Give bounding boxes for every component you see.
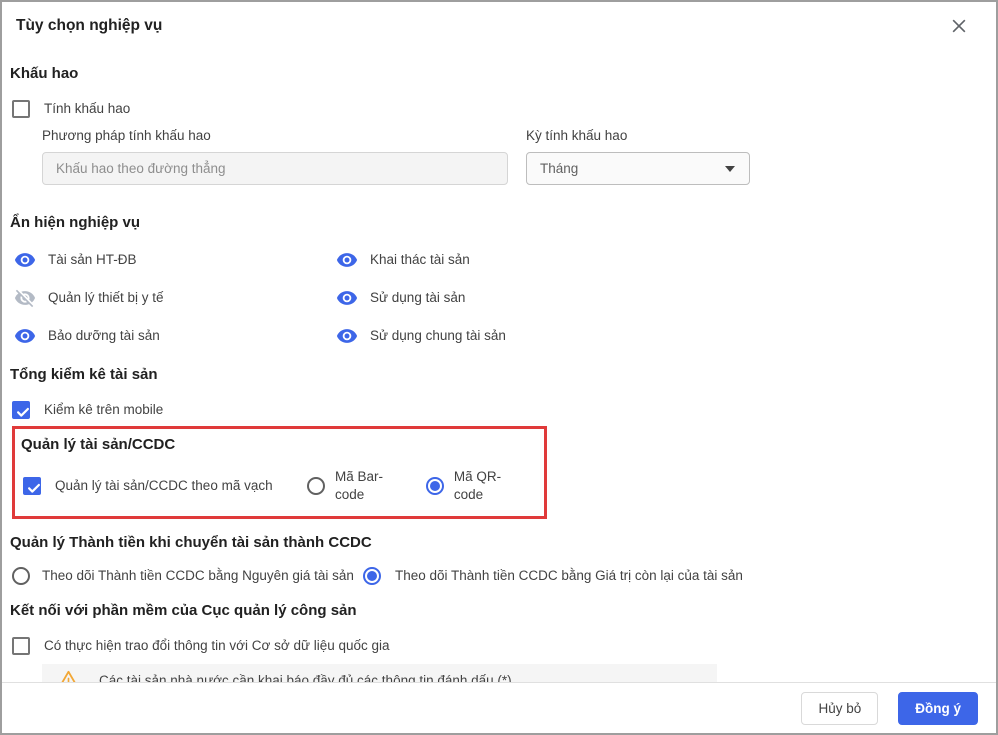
visibility-item-label: Sử dụng chung tài sản: [370, 327, 506, 345]
method-input: Khấu hao theo đường thẳng: [42, 152, 508, 185]
visibility-item-khai-thac: Khai thác tài sản: [336, 249, 980, 271]
barcode-row: Quản lý tài sản/CCDC theo mã vạch Mã Bar…: [21, 468, 544, 504]
visibility-item-su-dung-chung: Sử dụng chung tài sản: [336, 325, 980, 347]
dialog-footer: Hủy bỏ Đồng ý: [2, 682, 996, 733]
highlighted-section-asset-mgmt: Quản lý tài sản/CCDC Quản lý tài sản/CCD…: [12, 426, 547, 519]
barcode-checkbox[interactable]: [23, 477, 41, 495]
qrcode-radio[interactable]: [426, 477, 444, 495]
ccdc-amount-options-row: Theo dõi Thành tiền CCDC bằng Nguyên giá…: [10, 567, 980, 585]
exchange-info-label: Có thực hiện trao đổi thông tin với Cơ s…: [44, 637, 390, 655]
period-label: Kỳ tính khấu hao: [526, 128, 627, 143]
eye-visible-icon[interactable]: [14, 249, 36, 271]
eye-visible-icon[interactable]: [14, 325, 36, 347]
method-label: Phương pháp tính khấu hao: [42, 128, 526, 143]
exchange-info-checkbox[interactable]: [12, 637, 30, 655]
dialog-title: Tùy chọn nghiệp vụ: [16, 17, 162, 34]
period-select-value: Tháng: [540, 161, 578, 176]
cancel-button[interactable]: Hủy bỏ: [801, 692, 878, 725]
visibility-item-label: Tài sản HT-ĐB: [48, 251, 137, 269]
barcode-checkbox-group: Quản lý tài sản/CCDC theo mã vạch: [23, 477, 307, 495]
visibility-item-su-dung: Sử dụng tài sản: [336, 287, 980, 309]
barcode-checkbox-label: Quản lý tài sản/CCDC theo mã vạch: [55, 477, 273, 495]
method-input-value: Khấu hao theo đường thẳng: [56, 161, 226, 176]
dialog-header: Tùy chọn nghiệp vụ: [10, 2, 980, 35]
eye-visible-icon[interactable]: [336, 325, 358, 347]
visibility-item-label: Bảo dưỡng tài sản: [48, 327, 160, 345]
section-header-inventory: Tổng kiểm kê tài sản: [10, 365, 980, 385]
remaining-value-radio[interactable]: [363, 567, 381, 585]
mobile-inventory-label: Kiểm kê trên mobile: [44, 401, 163, 419]
eye-hidden-icon[interactable]: [14, 287, 36, 309]
ok-button[interactable]: Đồng ý: [898, 692, 978, 725]
original-price-radio-group: Theo dõi Thành tiền CCDC bằng Nguyên giá…: [12, 567, 363, 585]
barcode-radio-group: Mã Bar-code: [307, 468, 400, 504]
eye-visible-icon[interactable]: [336, 287, 358, 309]
mobile-inventory-checkbox[interactable]: [12, 401, 30, 419]
business-options-dialog: Tùy chọn nghiệp vụ Khấu hao Tính khấu ha…: [0, 0, 998, 735]
section-header-depreciation: Khấu hao: [10, 64, 980, 84]
close-icon: [949, 16, 969, 39]
close-button[interactable]: [946, 14, 972, 40]
visibility-item-tai-san-ht-db: Tài sản HT-ĐB: [14, 249, 336, 271]
section-header-connection: Kết nối với phần mềm của Cục quản lý côn…: [10, 601, 980, 621]
visibility-item-bao-duong: Bảo dưỡng tài sản: [14, 325, 336, 347]
calc-depreciation-row: Tính khấu hao: [10, 100, 980, 118]
eye-visible-icon[interactable]: [336, 249, 358, 271]
original-price-radio[interactable]: [12, 567, 30, 585]
chevron-down-icon: [725, 166, 735, 172]
visibility-item-label: Sử dụng tài sản: [370, 289, 465, 307]
remaining-value-radio-label: Theo dõi Thành tiền CCDC bằng Giá trị cò…: [395, 567, 743, 585]
period-select[interactable]: Tháng: [526, 152, 750, 185]
barcode-radio[interactable]: [307, 477, 325, 495]
barcode-radio-label: Mã Bar-code: [335, 468, 400, 504]
calc-depreciation-checkbox[interactable]: [12, 100, 30, 118]
visibility-item-label: Khai thác tài sản: [370, 251, 470, 269]
qrcode-radio-label: Mã QR-code: [454, 468, 518, 504]
original-price-radio-label: Theo dõi Thành tiền CCDC bằng Nguyên giá…: [42, 567, 354, 585]
depreciation-field-labels: Phương pháp tính khấu hao Kỳ tính khấu h…: [10, 128, 980, 143]
visibility-grid: Tài sản HT-ĐB Khai thác tài sản Quản lý …: [10, 249, 980, 347]
qrcode-radio-group: Mã QR-code: [426, 468, 518, 504]
depreciation-fields: Khấu hao theo đường thẳng Tháng: [10, 152, 980, 185]
exchange-info-row: Có thực hiện trao đổi thông tin với Cơ s…: [10, 637, 980, 655]
remaining-value-radio-group: Theo dõi Thành tiền CCDC bằng Giá trị cò…: [363, 567, 743, 585]
mobile-inventory-row: Kiểm kê trên mobile: [10, 401, 980, 419]
section-header-asset-mgmt: Quản lý tài sản/CCDC: [21, 435, 544, 455]
visibility-item-label: Quản lý thiết bị y tế: [48, 289, 164, 307]
calc-depreciation-label: Tính khấu hao: [44, 100, 130, 118]
section-header-ccdc-amount: Quản lý Thành tiền khi chuyển tài sản th…: [10, 533, 980, 553]
section-header-visibility: Ẩn hiện nghiệp vụ: [10, 213, 980, 233]
visibility-item-thiet-bi-y-te: Quản lý thiết bị y tế: [14, 287, 336, 309]
